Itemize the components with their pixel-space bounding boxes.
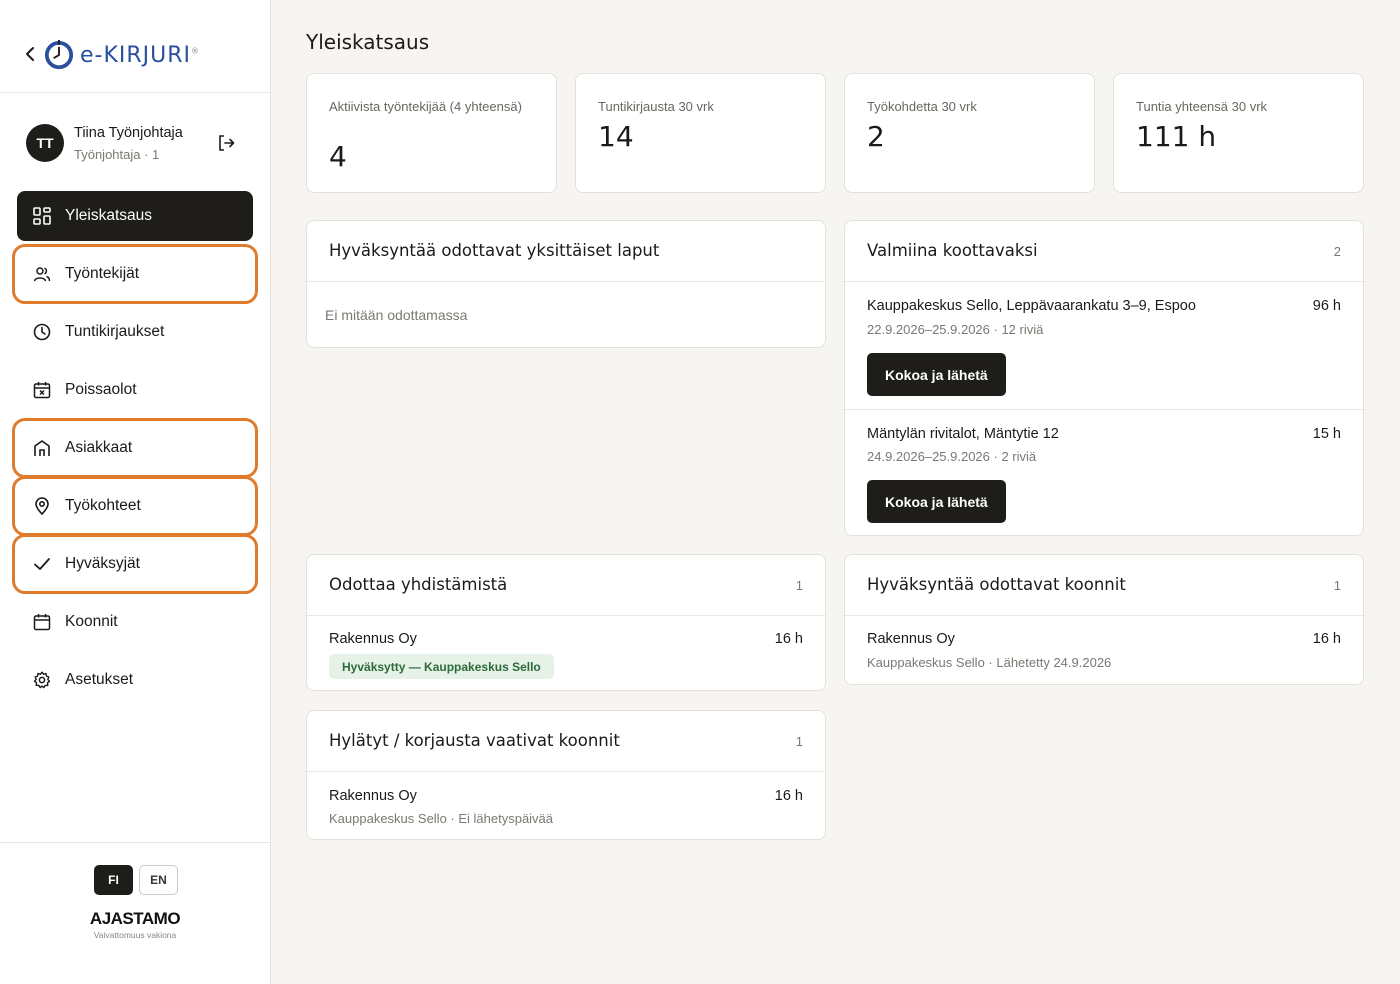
nav-item-asetukset[interactable]: Asetukset [17,655,253,705]
stat-card-total-hours: Tuntia yhteensä 30 vrk 111 h [1113,73,1364,193]
panel-title: Hyväksyntää odottavat koonnit [867,575,1126,594]
nav-item-tyokohteet[interactable]: Työkohteet [12,476,258,536]
check-icon [33,555,51,573]
stat-label: Tuntia yhteensä 30 vrk [1136,99,1268,114]
panel-title: Valmiina koottavaksi [867,241,1038,260]
panel-count: 1 [1333,578,1341,593]
panel-title: Odottaa yhdistämistä [329,575,508,594]
stat-value: 111 h [1136,120,1217,153]
vendor-tagline: Vaivattomuus vakiona [93,930,177,940]
clock-logo-icon [44,40,74,70]
nav-label: Työntekijät [65,265,140,282]
panel-count: 1 [795,578,803,593]
stat-label: Työkohdetta 30 vrk [867,99,977,114]
stat-card-worksites: Työkohdetta 30 vrk 2 [844,73,1095,193]
hours-value: 16 h [774,631,803,647]
nav-label: Tuntikirjaukset [65,323,165,340]
vendor-logo: AJASTAMO [89,909,181,928]
nav-label: Asiakkaat [65,439,133,456]
nav-item-asiakkaat[interactable]: Asiakkaat [12,418,258,478]
nav-label: Työkohteet [65,497,141,514]
panel-header: Hyväksyntää odottavat koonnit 1 [845,555,1363,616]
stat-label: Aktiivista työntekijää (4 yhteensä) [329,99,522,114]
panel-title: Hyväksyntää odottavat yksittäiset laput [329,241,660,260]
stat-value: 4 [329,140,347,173]
nav-label: Koonnit [65,613,118,630]
ready-to-compile-panel: Valmiina koottavaksi 2 Kauppakeskus Sell… [844,220,1364,536]
logout-icon[interactable] [216,133,236,153]
worksite-name: Kauppakeskus Sello, Leppävaarankatu 3–9,… [867,298,1196,314]
page-title: Yleiskatsaus [306,30,430,54]
calendar-icon [33,613,51,631]
brand-row: e-KIRJURI® [0,0,270,93]
user-role: Työnjohtaja · 1 [74,147,160,162]
client-name: Rakennus Oy [867,631,955,647]
date-range: 24.9.2026–25.9.2026 · 2 riviä [867,449,1037,464]
empty-state-text: Ei mitään odottamassa [325,307,468,323]
date-range: 22.9.2026–25.9.2026 · 12 riviä [867,322,1044,337]
stat-card-active-workers: Aktiivista työntekijää (4 yhteensä) 4 [306,73,557,193]
awaiting-approval-panel: Hyväksyntää odottavat koonnit 1 Rakennus… [844,554,1364,685]
nav-item-poissaolot[interactable]: Poissaolot [17,365,253,415]
row-divider [845,409,1363,410]
building-icon [33,439,51,457]
summary-meta: Kauppakeskus Sello · Ei lähetyspäivää [329,811,554,826]
nav-item-koonnit[interactable]: Koonnit [17,597,253,647]
avatar: TT [26,124,64,162]
users-icon [33,265,51,283]
lang-en-button[interactable]: EN [139,865,178,895]
panel-count: 1 [795,734,803,749]
stat-label: Tuntikirjausta 30 vrk [598,99,714,114]
waiting-merge-panel: Odottaa yhdistämistä 1 Rakennus Oy 16 h … [306,554,826,691]
grid-icon [33,207,51,225]
app-logo[interactable]: e-KIRJURI® [44,38,200,72]
stat-value: 2 [867,120,885,153]
lang-fi-button[interactable]: FI [94,865,133,895]
summary-meta: Kauppakeskus Sello · Lähetetty 24.9.2026 [867,655,1112,670]
sidebar-footer: FI EN AJASTAMO Vaivattomuus vakiona [0,842,270,984]
rejected-summaries-panel: Hylätyt / korjausta vaativat koonnit 1 R… [306,710,826,840]
hours-value: 15 h [1312,426,1341,442]
sidebar: e-KIRJURI® TT Tiina Työnjohtaja Työnjoht… [0,0,271,984]
nav-item-tyontekijat[interactable]: Työntekijät [12,244,258,304]
main-nav: Yleiskatsaus Työntekijät Tuntikirjaukset… [12,191,258,713]
map-pin-icon [33,497,51,515]
back-chevron-icon[interactable] [20,42,40,66]
pending-sheets-panel: Hyväksyntää odottavat yksittäiset laput … [306,220,826,348]
nav-label: Asetukset [65,671,134,688]
compile-send-button[interactable]: Kokoa ja lähetä [867,480,1006,523]
panel-header: Valmiina koottavaksi 2 [845,221,1363,282]
logo-text: e-KIRJURI® [80,42,201,68]
panel-title: Hylätyt / korjausta vaativat koonnit [329,731,620,750]
calendar-x-icon [33,381,51,399]
nav-item-yleiskatsaus[interactable]: Yleiskatsaus [17,191,253,241]
stat-card-time-entries: Tuntikirjausta 30 vrk 14 [575,73,826,193]
client-name: Rakennus Oy [329,631,417,647]
panel-header: Hyväksyntää odottavat yksittäiset laput [307,221,825,282]
client-name: Rakennus Oy [329,788,417,804]
panel-header: Hylätyt / korjausta vaativat koonnit 1 [307,711,825,772]
nav-label: Poissaolot [65,381,137,398]
compile-send-button[interactable]: Kokoa ja lähetä [867,353,1006,396]
nav-item-hyvaksyjat[interactable]: Hyväksyjät [12,534,258,594]
nav-label: Hyväksyjät [65,555,140,572]
panel-header: Odottaa yhdistämistä 1 [307,555,825,616]
hours-value: 16 h [774,788,803,804]
worksite-name: Mäntylän rivitalot, Mäntytie 12 [867,426,1059,442]
language-switch: FI EN [94,865,178,895]
status-badge: Hyväksytty — Kauppakeskus Sello [329,654,554,679]
user-profile: TT Tiina Työnjohtaja Työnjohtaja · 1 [26,124,250,164]
stat-value: 14 [598,120,634,153]
panel-count: 2 [1333,244,1341,259]
nav-item-tuntikirjaukset[interactable]: Tuntikirjaukset [17,307,253,357]
hours-value: 96 h [1312,298,1341,314]
clock-icon [33,323,51,341]
hours-value: 16 h [1312,631,1341,647]
gear-icon [33,671,51,689]
user-name: Tiina Työnjohtaja [74,125,183,141]
nav-label: Yleiskatsaus [65,207,153,224]
